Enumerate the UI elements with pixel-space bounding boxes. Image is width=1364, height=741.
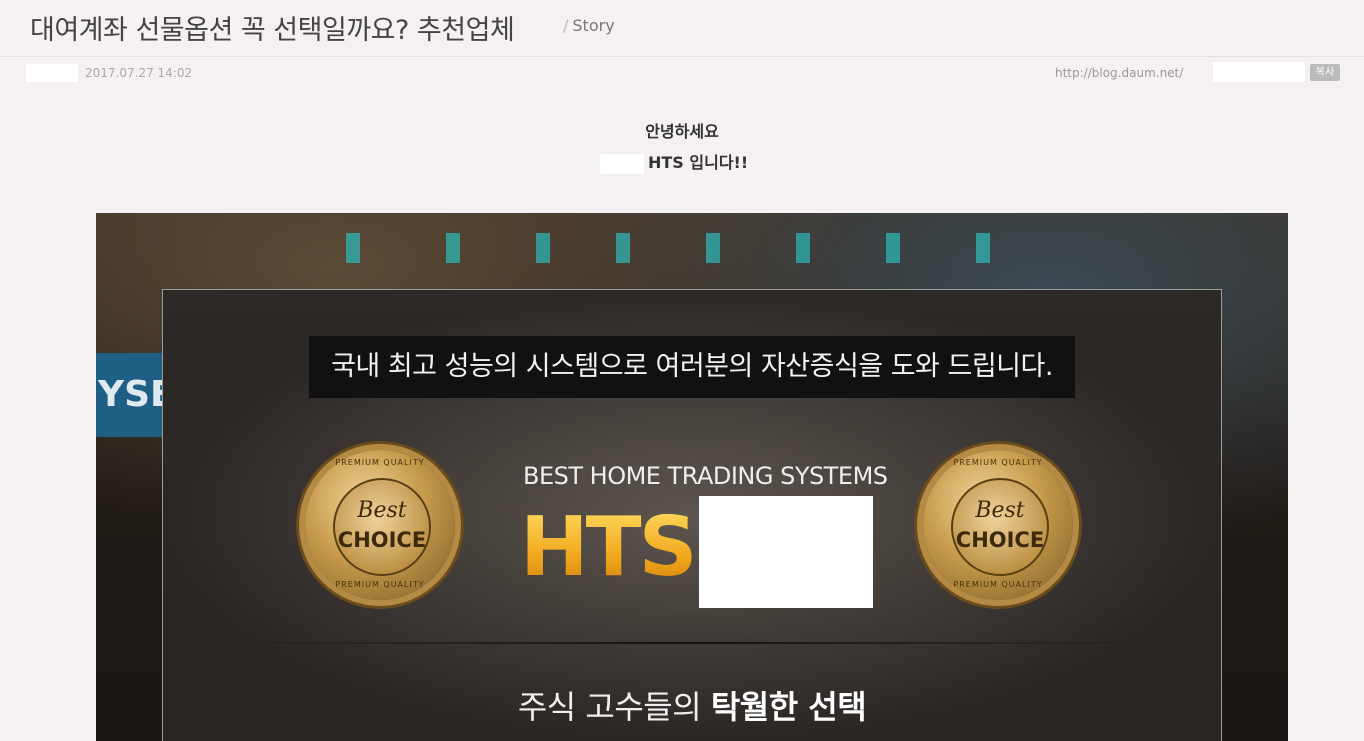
ticker-board [446, 233, 460, 263]
banner-slogan: 국내 최고 성능의 시스템으로 여러분의 자산증식을 도와 드립니다. [309, 336, 1075, 398]
hts-banner-image: YSE 국내 최고 성능의 시스템으로 여러분의 자산증식을 도와 드립니다. … [96, 213, 1288, 741]
ticker-board [346, 233, 360, 263]
copy-url-button[interactable]: 복사 [1310, 64, 1340, 81]
badge-ring-bottom: PREMIUM QUALITY [953, 580, 1043, 589]
hts-logo: HTS [520, 500, 698, 595]
brand-name-redaction [699, 496, 873, 608]
badge-ring-top: PREMIUM QUALITY [335, 458, 425, 467]
post-url[interactable]: http://blog.daum.net/ [1055, 66, 1183, 80]
url-redaction [1213, 62, 1305, 82]
ticker-board [886, 233, 900, 263]
company-name-redaction [600, 153, 644, 174]
greeting-line-2-text: HTS 입니다!! [648, 153, 749, 172]
author-redaction [26, 64, 78, 82]
category-label[interactable]: Story [572, 16, 614, 35]
post-category[interactable]: / Story [563, 16, 615, 35]
ticker-board [616, 233, 630, 263]
badge-center: Best CHOICE [951, 478, 1049, 576]
banner-divider [203, 642, 1181, 644]
badge-best-text: Best [357, 498, 407, 523]
nyse-sign: YSE [96, 353, 164, 437]
banner-tagline: 주식 고수들의 탁월한 선택 [163, 682, 1221, 728]
ticker-board [976, 233, 990, 263]
category-separator: / [563, 16, 569, 35]
post-header: 대여계좌 선물옵션 꼭 선택일까요? 추천업체 / Story [0, 0, 1364, 57]
ticker-board [706, 233, 720, 263]
badge-center: Best CHOICE [333, 478, 431, 576]
badge-choice-text: CHOICE [955, 528, 1045, 552]
greeting-line-2: HTS 입니다!! [600, 149, 748, 174]
badge-choice-text: CHOICE [337, 528, 427, 552]
badge-ring-top: PREMIUM QUALITY [953, 458, 1043, 467]
best-choice-badge-icon: PREMIUM QUALITY Best CHOICE PREMIUM QUAL… [923, 450, 1073, 600]
tagline-prefix: 주식 고수들의 [517, 688, 711, 726]
badge-ring-bottom: PREMIUM QUALITY [335, 580, 425, 589]
badge-best-text: Best [975, 498, 1025, 523]
post-title[interactable]: 대여계좌 선물옵션 꼭 선택일까요? 추천업체 [30, 8, 515, 47]
post-date: 2017.07.27 14:02 [85, 66, 193, 80]
greeting-line-1: 안녕하세요 [645, 122, 719, 141]
banner-panel: 국내 최고 성능의 시스템으로 여러분의 자산증식을 도와 드립니다. PREM… [162, 289, 1222, 741]
ticker-board [536, 233, 550, 263]
banner-subtitle: BEST HOME TRADING SYSTEMS [523, 462, 888, 490]
ticker-board [796, 233, 810, 263]
tagline-bold: 탁월한 선택 [710, 688, 867, 726]
best-choice-badge-icon: PREMIUM QUALITY Best CHOICE PREMIUM QUAL… [305, 450, 455, 600]
